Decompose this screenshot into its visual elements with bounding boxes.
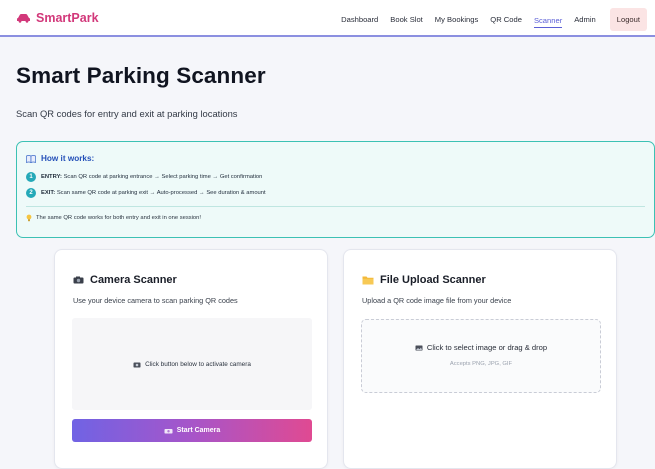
- camera-scanner-heading: Camera Scanner: [73, 274, 177, 286]
- folder-icon: [362, 276, 374, 285]
- nav-link-admin[interactable]: Admin: [574, 11, 596, 28]
- how-it-works-heading: How it works:: [26, 154, 94, 163]
- page-title: Smart Parking Scanner: [16, 63, 266, 88]
- nav-link-dashboard[interactable]: Dashboard: [341, 11, 378, 28]
- book-icon: [26, 154, 36, 163]
- nav-link-qr-code[interactable]: QR Code: [490, 11, 522, 28]
- file-upload-heading: File Upload Scanner: [362, 274, 486, 286]
- camera-scanner-title: Camera Scanner: [90, 274, 177, 286]
- brand-logo[interactable]: SmartPark: [16, 11, 99, 25]
- file-dropzone[interactable]: Click to select image or drag & drop Acc…: [361, 319, 601, 393]
- step-text: ENTRY: Scan QR code at parking entrance …: [41, 174, 262, 180]
- dropzone-text: Click to select image or drag & drop: [426, 343, 548, 352]
- step-label: EXIT:: [41, 190, 56, 196]
- start-camera-label: Start Camera: [176, 427, 221, 434]
- start-camera-button[interactable]: Start Camera: [72, 419, 312, 442]
- step-exit: 2 EXIT: Scan same QR code at parking exi…: [26, 188, 266, 198]
- camera-icon: [133, 362, 141, 368]
- step-label: ENTRY:: [41, 174, 62, 180]
- file-upload-description: Upload a QR code image file from your de…: [362, 296, 512, 305]
- tip-text: The same QR code works for both entry an…: [36, 215, 201, 221]
- step-description: Scan same QR code at parking exit → Auto…: [56, 190, 266, 196]
- dropzone-prompt: Click to select image or drag & drop: [362, 343, 600, 352]
- nav-links: Dashboard Book Slot My Bookings QR Code …: [329, 8, 647, 31]
- file-upload-card: File Upload Scanner Upload a QR code ima…: [343, 249, 617, 469]
- tip-line: The same QR code works for both entry an…: [26, 214, 201, 222]
- top-navbar: SmartPark Dashboard Book Slot My Booking…: [0, 0, 655, 37]
- file-upload-title: File Upload Scanner: [380, 274, 486, 286]
- image-icon: [415, 345, 423, 350]
- step-number: 2: [26, 188, 36, 198]
- step-text: EXIT: Scan same QR code at parking exit …: [41, 190, 266, 196]
- camera-scanner-card: Camera Scanner Use your device camera to…: [54, 249, 328, 469]
- camera-icon: [73, 276, 84, 284]
- camera-hint: Click button below to activate camera: [72, 361, 312, 368]
- nav-link-book-slot[interactable]: Book Slot: [390, 11, 423, 28]
- camera-scanner-description: Use your device camera to scan parking Q…: [73, 296, 238, 305]
- logout-button[interactable]: Logout: [609, 8, 647, 31]
- brand-name: SmartPark: [36, 11, 99, 25]
- lightbulb-icon: [26, 214, 32, 222]
- nav-link-my-bookings[interactable]: My Bookings: [435, 11, 478, 28]
- page-subtitle: Scan QR codes for entry and exit at park…: [16, 108, 238, 119]
- accepted-formats: Accepts PNG, JPG, GIF: [449, 361, 513, 367]
- how-it-works-panel: How it works: 1 ENTRY: Scan QR code at p…: [16, 141, 655, 238]
- camera-icon: [164, 428, 173, 433]
- car-icon: [17, 14, 30, 23]
- step-entry: 1 ENTRY: Scan QR code at parking entranc…: [26, 172, 262, 182]
- divider: [26, 206, 645, 207]
- step-number: 1: [26, 172, 36, 182]
- how-it-works-title: How it works:: [41, 154, 95, 163]
- nav-link-scanner[interactable]: Scanner: [533, 12, 563, 28]
- step-description: Scan QR code at parking entrance → Selec…: [63, 174, 263, 180]
- camera-hint-text: Click button below to activate camera: [145, 361, 251, 368]
- camera-preview-area: Click button below to activate camera: [72, 318, 312, 410]
